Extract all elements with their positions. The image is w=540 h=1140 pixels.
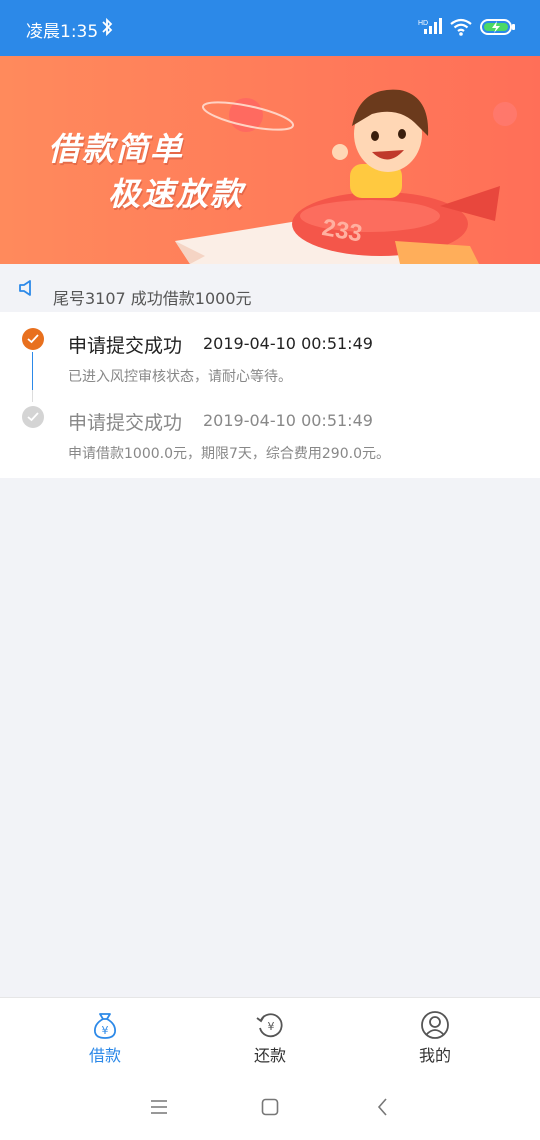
bluetooth-icon	[102, 17, 113, 37]
timeline-connector	[32, 352, 33, 390]
status-bar: 凌晨1:35 HD	[0, 0, 540, 56]
svg-text:¥: ¥	[102, 1024, 109, 1037]
step-time: 2019-04-10 00:51:49	[203, 334, 373, 353]
signal-hd-badge: HD	[418, 20, 428, 27]
back-icon[interactable]	[376, 1098, 390, 1116]
repay-cycle-icon: ¥	[256, 1013, 283, 1038]
timeline-connector	[32, 390, 33, 402]
battery-charging-icon	[480, 19, 515, 35]
promo-banner[interactable]: 233 借款简单 极速放款	[0, 56, 540, 264]
system-nav-bar	[0, 1079, 540, 1140]
speaker-icon	[19, 280, 31, 296]
tab-borrow-label: 借款	[88, 1046, 121, 1065]
tab-repay-label: 还款	[253, 1046, 286, 1065]
banner-slogan-1: 借款简单	[48, 130, 185, 168]
tab-borrow[interactable]: ¥ 借款	[45, 1010, 165, 1066]
money-bag-icon: ¥	[94, 1013, 116, 1039]
banner-slogan-2: 极速放款	[108, 175, 245, 213]
step-time: 2019-04-10 00:51:49	[203, 411, 373, 430]
menu-icon[interactable]	[150, 1098, 168, 1116]
bottom-tab-bar: ¥ 借款 ¥ 还款 我的	[0, 997, 540, 1079]
step-description: 申请借款1000.0元，期限7天，综合费用290.0元。	[68, 446, 390, 462]
check-icon	[22, 328, 44, 350]
home-icon[interactable]	[261, 1098, 279, 1116]
signal-icon: HD	[418, 18, 442, 34]
tab-mine[interactable]: 我的	[375, 1010, 495, 1066]
notice-bar: 尾号3107 成功借款1000元	[0, 264, 540, 312]
step-title: 申请提交成功	[68, 412, 183, 434]
wifi-icon	[450, 18, 472, 36]
status-time: 凌晨1:35	[26, 22, 99, 42]
step-title: 申请提交成功	[68, 335, 183, 357]
step-description: 已进入风控审核状态，请耐心等待。	[68, 369, 292, 385]
user-icon	[421, 1011, 449, 1039]
check-icon	[22, 406, 44, 428]
tab-mine-label: 我的	[418, 1046, 451, 1065]
loan-status-timeline: 申请提交成功 2019-04-10 00:51:49 已进入风控审核状态，请耐心…	[0, 312, 540, 478]
tab-repay[interactable]: ¥ 还款	[210, 1010, 330, 1066]
svg-text:¥: ¥	[268, 1020, 275, 1033]
notice-text: 尾号3107 成功借款1000元	[53, 289, 252, 308]
